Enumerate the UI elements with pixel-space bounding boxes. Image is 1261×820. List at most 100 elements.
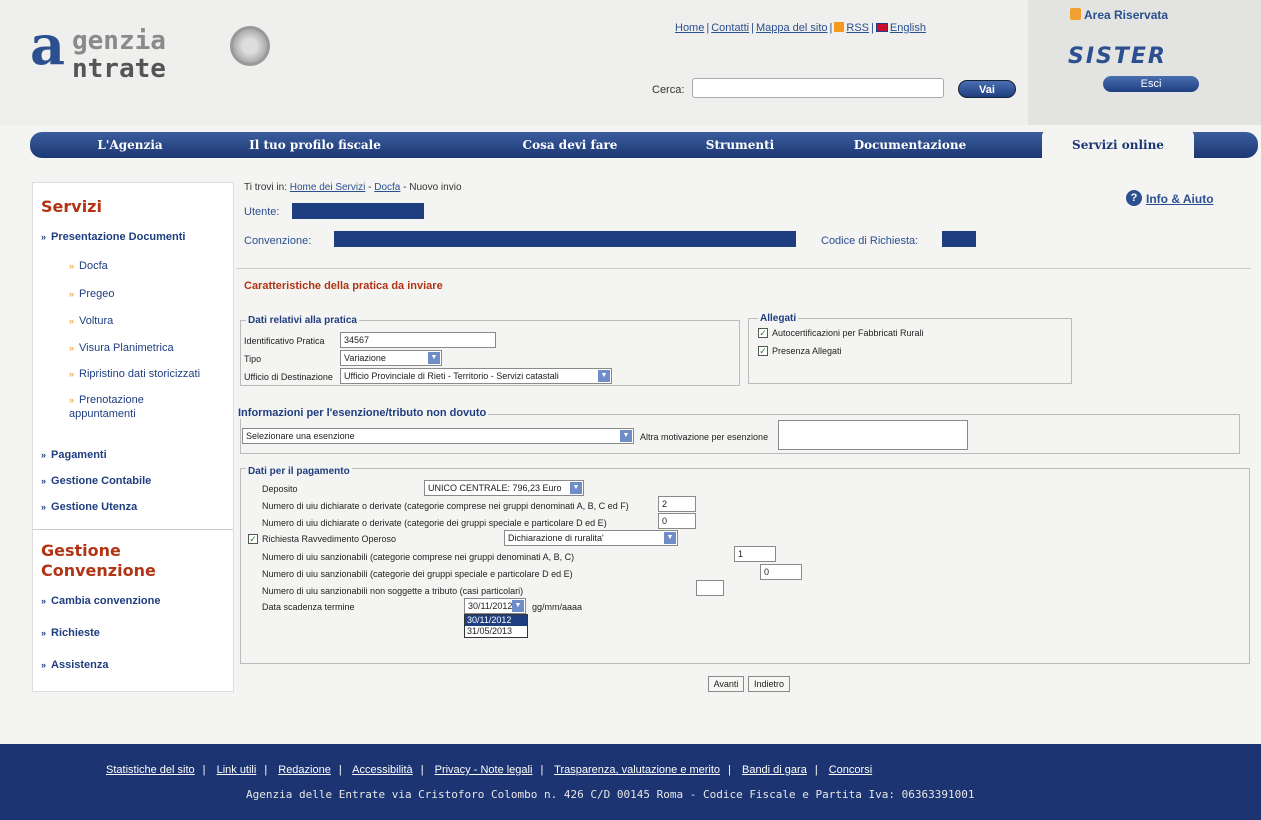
- uiu2-input[interactable]: 0: [658, 513, 696, 529]
- chevron-down-icon: ▼: [512, 600, 524, 612]
- chevron-down-icon: ▼: [428, 352, 440, 364]
- legend-esenzione: Informazioni per l'esenzione/tributo non…: [236, 407, 489, 419]
- deposito-label: Deposito: [262, 484, 298, 494]
- scadenza-label: Data scadenza termine: [262, 602, 355, 612]
- header: a genzia ntrate Home | Contatti | Mappa del …: [0, 0, 1261, 125]
- ufficio-label: Ufficio di Destinazione: [244, 372, 333, 382]
- divider: [236, 268, 1251, 269]
- sanz2-label: Numero di uiu sanzionabili (categorie de…: [262, 569, 573, 579]
- sidebar-item-cambia[interactable]: » Cambia convenzione: [41, 595, 160, 607]
- sidebar-sub-docfa[interactable]: » Docfa: [69, 259, 108, 273]
- utente-label: Utente:: [244, 206, 280, 218]
- sidebar-item-gestione-contabile[interactable]: » Gestione Contabile: [41, 475, 151, 487]
- ufficio-select[interactable]: Ufficio Provinciale di Rieti - Territori…: [340, 368, 612, 384]
- top-links: Home | Contatti | Mappa del sito | RSS | English: [675, 22, 926, 34]
- republic-seal-icon: [230, 26, 270, 66]
- ravvedimento-select[interactable]: Dichiarazione di ruralita' ▼: [504, 530, 678, 546]
- scadenza-select[interactable]: 30/11/2012 ▼: [464, 598, 526, 614]
- help-icon[interactable]: ?: [1126, 190, 1142, 206]
- altra-motivazione-textarea[interactable]: [778, 420, 968, 450]
- search-input[interactable]: [692, 78, 944, 98]
- ravvedimento-checkbox[interactable]: ✓: [248, 534, 258, 544]
- sidebar-item-gestione-utenza[interactable]: » Gestione Utenza: [41, 501, 137, 513]
- allegati-checkbox-2[interactable]: ✓: [758, 346, 768, 356]
- footer-link-redazione[interactable]: Redazione: [278, 764, 331, 776]
- convenzione-redacted: [334, 231, 796, 247]
- sidebar-item-richieste[interactable]: » Richieste: [41, 627, 100, 639]
- sidebar-title-servizi: Servizi: [41, 197, 102, 216]
- fieldset-pagamento: [240, 468, 1250, 664]
- footer-link-trasparenza[interactable]: Trasparenza, valutazione e merito: [554, 764, 720, 776]
- main-content: Ti trovi in: Home dei Servizi - Docfa - …: [236, 176, 1258, 740]
- sanz1-input[interactable]: 1: [734, 546, 776, 562]
- link-rss[interactable]: RSS: [846, 22, 869, 34]
- main-nav: L'Agenzia Il tuo profilo fiscale Cosa de…: [30, 130, 1258, 160]
- scadenza-option[interactable]: 31/05/2013: [465, 626, 527, 637]
- footer-link-accessibilita[interactable]: Accessibilità: [352, 764, 413, 776]
- sidebar-sub-visura[interactable]: » Visura Planimetrica: [69, 341, 174, 355]
- convenzione-label: Convenzione:: [244, 235, 312, 247]
- sidebar-sub-ripristino[interactable]: » Ripristino dati storicizzati: [69, 367, 200, 381]
- link-contatti[interactable]: Contatti: [711, 22, 749, 34]
- sidebar-item-presentazione[interactable]: » Presentazione Documenti: [41, 231, 186, 243]
- esci-button[interactable]: Esci: [1103, 76, 1199, 92]
- crumb-docfa[interactable]: Docfa: [374, 182, 400, 193]
- footer: Statistiche del sito | Link utili | Redazi…: [0, 744, 1261, 820]
- tab-servizi-online[interactable]: Servizi online: [1042, 130, 1194, 160]
- legend-pagamento: Dati per il pagamento: [246, 466, 352, 477]
- allegati-checkbox-1[interactable]: ✓: [758, 328, 768, 338]
- tipo-select[interactable]: Variazione ▼: [340, 350, 442, 366]
- footer-link-bandi[interactable]: Bandi di gara: [742, 764, 807, 776]
- footer-link-link-utili[interactable]: Link utili: [217, 764, 257, 776]
- legend-allegati: Allegati: [758, 313, 799, 324]
- footer-link-statistiche[interactable]: Statistiche del sito: [106, 764, 195, 776]
- scadenza-dropdown-list: 30/11/2012 31/05/2013: [464, 614, 528, 638]
- tab-strumenti[interactable]: Strumenti: [690, 132, 790, 158]
- logo-line2: ntrate: [72, 54, 166, 84]
- sidebar-sub-prenotazione[interactable]: » Prenotazione appuntamenti: [69, 393, 189, 421]
- info-aiuto-link[interactable]: Info & Aiuto: [1146, 192, 1214, 206]
- altra-motivazione-label: Altra motivazione per esenzione: [640, 432, 769, 442]
- tab-documentazione[interactable]: Documentazione: [840, 132, 980, 158]
- logo-line1: genzia: [72, 26, 166, 56]
- sidebar-title-gestione: Gestione: [41, 541, 121, 560]
- sanz1-label: Numero di uiu sanzionabili (categorie co…: [262, 552, 575, 562]
- allegati-label-1: Autocertificazioni per Fabbricati Rurali: [772, 328, 924, 338]
- link-mappa[interactable]: Mappa del sito: [756, 22, 828, 34]
- section-title: Caratteristiche della pratica da inviare: [244, 280, 443, 292]
- tab-agenzia[interactable]: L'Agenzia: [70, 132, 190, 158]
- agenzia-entrate-logo[interactable]: a genzia ntrate: [30, 18, 290, 98]
- esenzione-select[interactable]: Selezionare una esenzione ▼: [242, 428, 634, 444]
- tab-profilo-fiscale[interactable]: Il tuo profilo fiscale: [230, 132, 400, 158]
- chevron-down-icon: ▼: [664, 532, 676, 544]
- crumb-home[interactable]: Home dei Servizi: [290, 182, 366, 193]
- id-pratica-input[interactable]: 34567: [340, 332, 496, 348]
- sanz3-input[interactable]: [696, 580, 724, 596]
- sanz2-input[interactable]: 0: [760, 564, 802, 580]
- avanti-button[interactable]: Avanti: [708, 676, 744, 692]
- area-riservata-title: Area Riservata: [1084, 8, 1169, 22]
- logo-letter: a: [30, 13, 65, 77]
- sidebar-sub-pregeo[interactable]: » Pregeo: [69, 287, 115, 301]
- uiu1-input[interactable]: 2: [658, 496, 696, 512]
- footer-links: Statistiche del sito | Link utili | Redazi…: [106, 764, 873, 776]
- chevron-down-icon: ▼: [570, 482, 582, 494]
- footer-link-concorsi[interactable]: Concorsi: [829, 764, 872, 776]
- sidebar-sub-voltura[interactable]: » Voltura: [69, 314, 113, 328]
- legend-dati-pratica: Dati relativi alla pratica: [246, 315, 359, 326]
- tab-cosa-devi-fare[interactable]: Cosa devi fare: [510, 132, 630, 158]
- sidebar-item-assistenza[interactable]: » Assistenza: [41, 659, 109, 671]
- sidebar-item-pagamenti[interactable]: » Pagamenti: [41, 449, 107, 461]
- search-button[interactable]: Vai: [958, 80, 1016, 98]
- area-riservata: Area Riservata SISTER Esci: [1028, 0, 1261, 125]
- scadenza-format: gg/mm/aaaa: [532, 602, 583, 612]
- deposito-select[interactable]: UNICO CENTRALE: 796,23 Euro ▼: [424, 480, 584, 496]
- tipo-label: Tipo: [244, 354, 262, 364]
- footer-link-privacy[interactable]: Privacy - Note legali: [435, 764, 533, 776]
- link-home[interactable]: Home: [675, 22, 704, 34]
- utente-redacted: [292, 203, 424, 219]
- link-english[interactable]: English: [890, 22, 926, 34]
- scadenza-option[interactable]: 30/11/2012: [465, 615, 527, 626]
- indietro-button[interactable]: Indietro: [748, 676, 790, 692]
- ravvedimento-label: Richiesta Ravvedimento Operoso: [262, 534, 397, 544]
